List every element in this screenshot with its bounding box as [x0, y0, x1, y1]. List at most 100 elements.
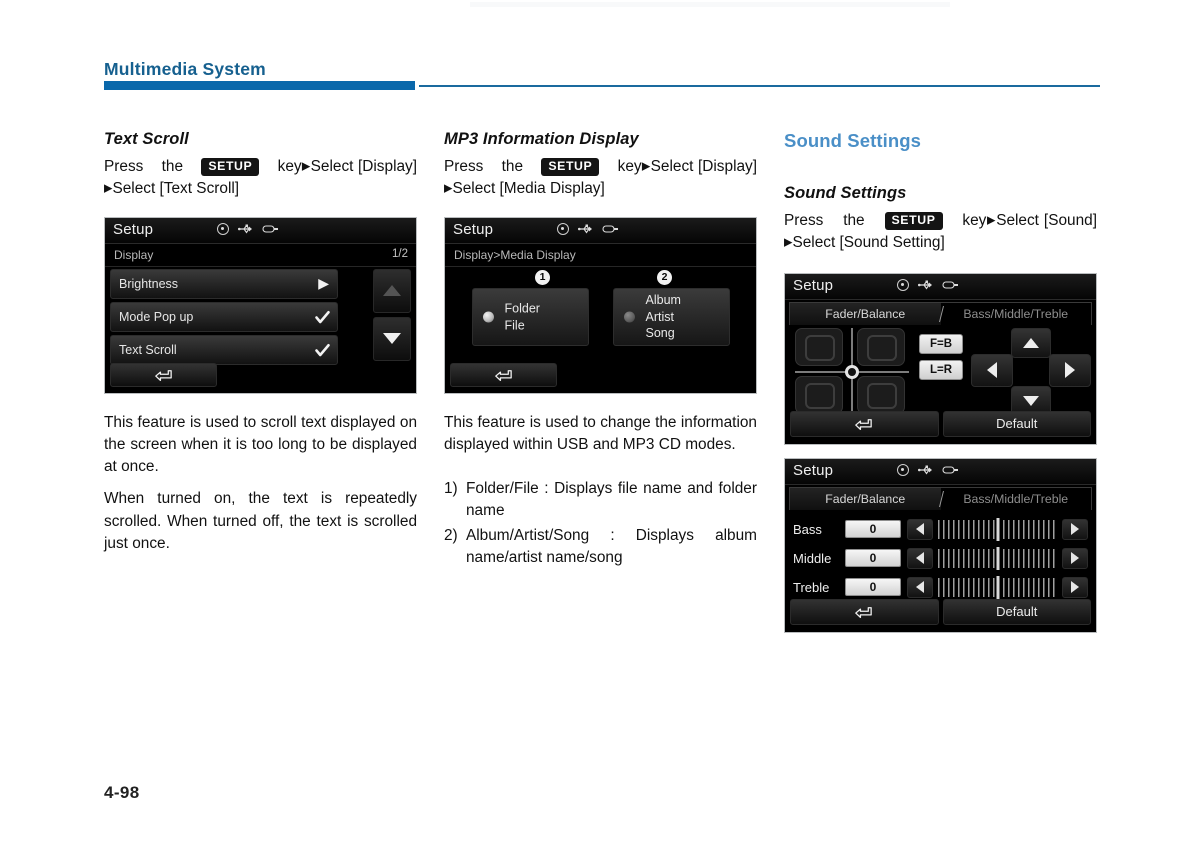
arrow-left-icon	[916, 552, 924, 565]
screen-bottom-bar: Default	[790, 410, 1091, 437]
option-album-artist-song[interactable]: Album Artist Song	[612, 287, 730, 346]
chevron-right-icon: ▶	[641, 160, 651, 173]
eq-increase-button[interactable]	[1062, 518, 1088, 540]
back-arrow-icon	[494, 370, 512, 381]
disc-icon	[897, 278, 909, 291]
arrow-up-icon	[1023, 337, 1039, 348]
button-left-equals-right[interactable]: L=R	[919, 359, 963, 380]
tab-fader-balance[interactable]: Fader/Balance	[790, 487, 941, 510]
chevron-right-icon: ▶	[318, 274, 329, 291]
screen-title: Setup	[793, 461, 834, 479]
list-item-label: Text Scroll	[119, 342, 177, 357]
numbered-list: 1) Folder/File : Displays file name and f…	[444, 478, 757, 569]
eq-value-bass: 0	[845, 520, 901, 539]
heading-sound-settings-section: Sound Settings	[784, 130, 922, 151]
eq-decrease-button[interactable]	[907, 547, 933, 569]
sound-tabs: Fader/Balance Bass/Middle/Treble	[789, 486, 1092, 510]
eq-label: Middle	[793, 550, 832, 566]
option-line: File	[504, 317, 525, 332]
instr-the: the	[501, 158, 524, 175]
usb-icon	[238, 224, 252, 234]
scan-artifact	[470, 2, 950, 7]
usb-icon	[918, 465, 932, 475]
list-item-album-artist-song: 2) Album/Artist/Song : Displays album nam…	[444, 525, 757, 569]
screen-title: Setup	[113, 220, 154, 238]
chevron-right-icon: ▶	[986, 214, 997, 227]
check-icon	[315, 343, 330, 357]
default-button[interactable]: Default	[942, 598, 1091, 625]
disc-icon	[557, 222, 569, 235]
instr-key: key	[962, 212, 987, 229]
heading-sound-settings: Sound Settings	[784, 184, 907, 202]
fader-balance-position-indicator[interactable]	[845, 364, 859, 379]
tab-bass-middle-treble[interactable]: Bass/Middle/Treble	[941, 303, 1092, 325]
dpad-left-button[interactable]	[971, 353, 1013, 387]
page-number: 4-98	[104, 783, 140, 802]
option-album-artist-song-label: Album Artist Song	[646, 292, 681, 342]
eq-slider-thumb[interactable]	[996, 575, 999, 599]
instr-press: Press	[104, 158, 144, 175]
list-item-text-scroll[interactable]: Text Scroll	[110, 334, 338, 365]
eq-increase-button[interactable]	[1062, 576, 1088, 598]
eq-decrease-button[interactable]	[907, 576, 933, 598]
option-line: Album	[645, 292, 681, 307]
default-button[interactable]: Default	[942, 410, 1091, 437]
eq-slider-track[interactable]	[938, 575, 1057, 599]
option-line: Song	[645, 326, 675, 341]
dpad-up-button[interactable]	[1011, 327, 1051, 358]
list-item-label: Brightness	[119, 276, 179, 291]
eq-decrease-button[interactable]	[907, 518, 933, 540]
seat-front-left-icon	[795, 327, 843, 366]
heading-text-scroll: Text Scroll	[104, 130, 189, 148]
aux-device-icon	[262, 225, 278, 233]
scroll-buttons	[373, 268, 411, 365]
header-rule-thin	[419, 85, 1100, 87]
back-button[interactable]	[110, 362, 217, 387]
scroll-down-button[interactable]	[373, 316, 411, 361]
eq-slider-track[interactable]	[938, 546, 1057, 570]
setup-key-badge[interactable]: SETUP	[201, 158, 260, 176]
arrow-left-icon	[987, 362, 997, 379]
eq-label: Treble	[793, 579, 830, 595]
arrow-right-icon	[1065, 362, 1075, 379]
instruction-sound-settings: Press the SETUP key▶Select [Sound] ▶Sele…	[784, 210, 1097, 255]
paragraph-text-scroll-1: This feature is used to scroll text disp…	[104, 413, 417, 476]
column-left: Text Scroll Press the SETUP key▶Select […	[104, 130, 417, 555]
tab-bass-middle-treble[interactable]: Bass/Middle/Treble	[941, 488, 1092, 510]
instruction-mp3-info: Press the SETUP key▶Select [Display] ▶Se…	[444, 156, 757, 201]
eq-row-middle: Middle 0	[793, 544, 1088, 573]
equalizer-rows: Bass 0 Middle 0 Treble 0	[793, 515, 1088, 602]
screenshot-fader-balance: Setup Fader/Balance Bass/Middle/Treble F…	[784, 272, 1097, 445]
setup-key-badge[interactable]: SETUP	[541, 158, 600, 176]
screen-title: Setup	[453, 220, 494, 238]
instr-the: the	[161, 158, 184, 175]
arrow-left-icon	[916, 581, 924, 594]
paragraph-mp3-info: This feature is used to change the infor…	[444, 413, 757, 454]
instr-select-display: Select [Display]	[650, 158, 758, 175]
fader-balance-pad[interactable]	[795, 327, 909, 416]
tab-fader-balance[interactable]: Fader/Balance	[790, 302, 941, 325]
screen-titlebar: Setup	[105, 217, 416, 244]
option-folder-file[interactable]: Folder File	[471, 287, 589, 346]
back-arrow-icon	[154, 370, 172, 381]
column-middle: MP3 Information Display Press the SETUP …	[444, 130, 757, 571]
option-line: Folder	[504, 301, 540, 316]
dpad-right-button[interactable]	[1049, 353, 1091, 387]
eq-row-bass: Bass 0	[793, 515, 1088, 544]
button-front-equals-back[interactable]: F=B	[919, 333, 963, 354]
eq-slider-thumb[interactable]	[996, 517, 999, 541]
sound-tabs: Fader/Balance Bass/Middle/Treble	[789, 301, 1092, 325]
eq-slider-track[interactable]	[938, 517, 1057, 541]
manual-page: Multimedia System Text Scroll Press the …	[0, 0, 1200, 861]
setup-key-badge[interactable]: SETUP	[884, 212, 943, 230]
media-display-options: Folder File Album Artist Song	[445, 287, 756, 346]
heading-mp3-information-display: MP3 Information Display	[444, 130, 639, 148]
eq-slider-thumb[interactable]	[996, 546, 999, 570]
back-button[interactable]	[450, 362, 557, 387]
list-item-mode-popup[interactable]: Mode Pop up	[110, 301, 338, 332]
eq-increase-button[interactable]	[1062, 547, 1088, 569]
back-button[interactable]	[790, 598, 939, 625]
scroll-up-button[interactable]	[373, 268, 411, 313]
back-button[interactable]	[790, 410, 939, 437]
list-item-brightness[interactable]: Brightness ▶	[110, 268, 338, 299]
